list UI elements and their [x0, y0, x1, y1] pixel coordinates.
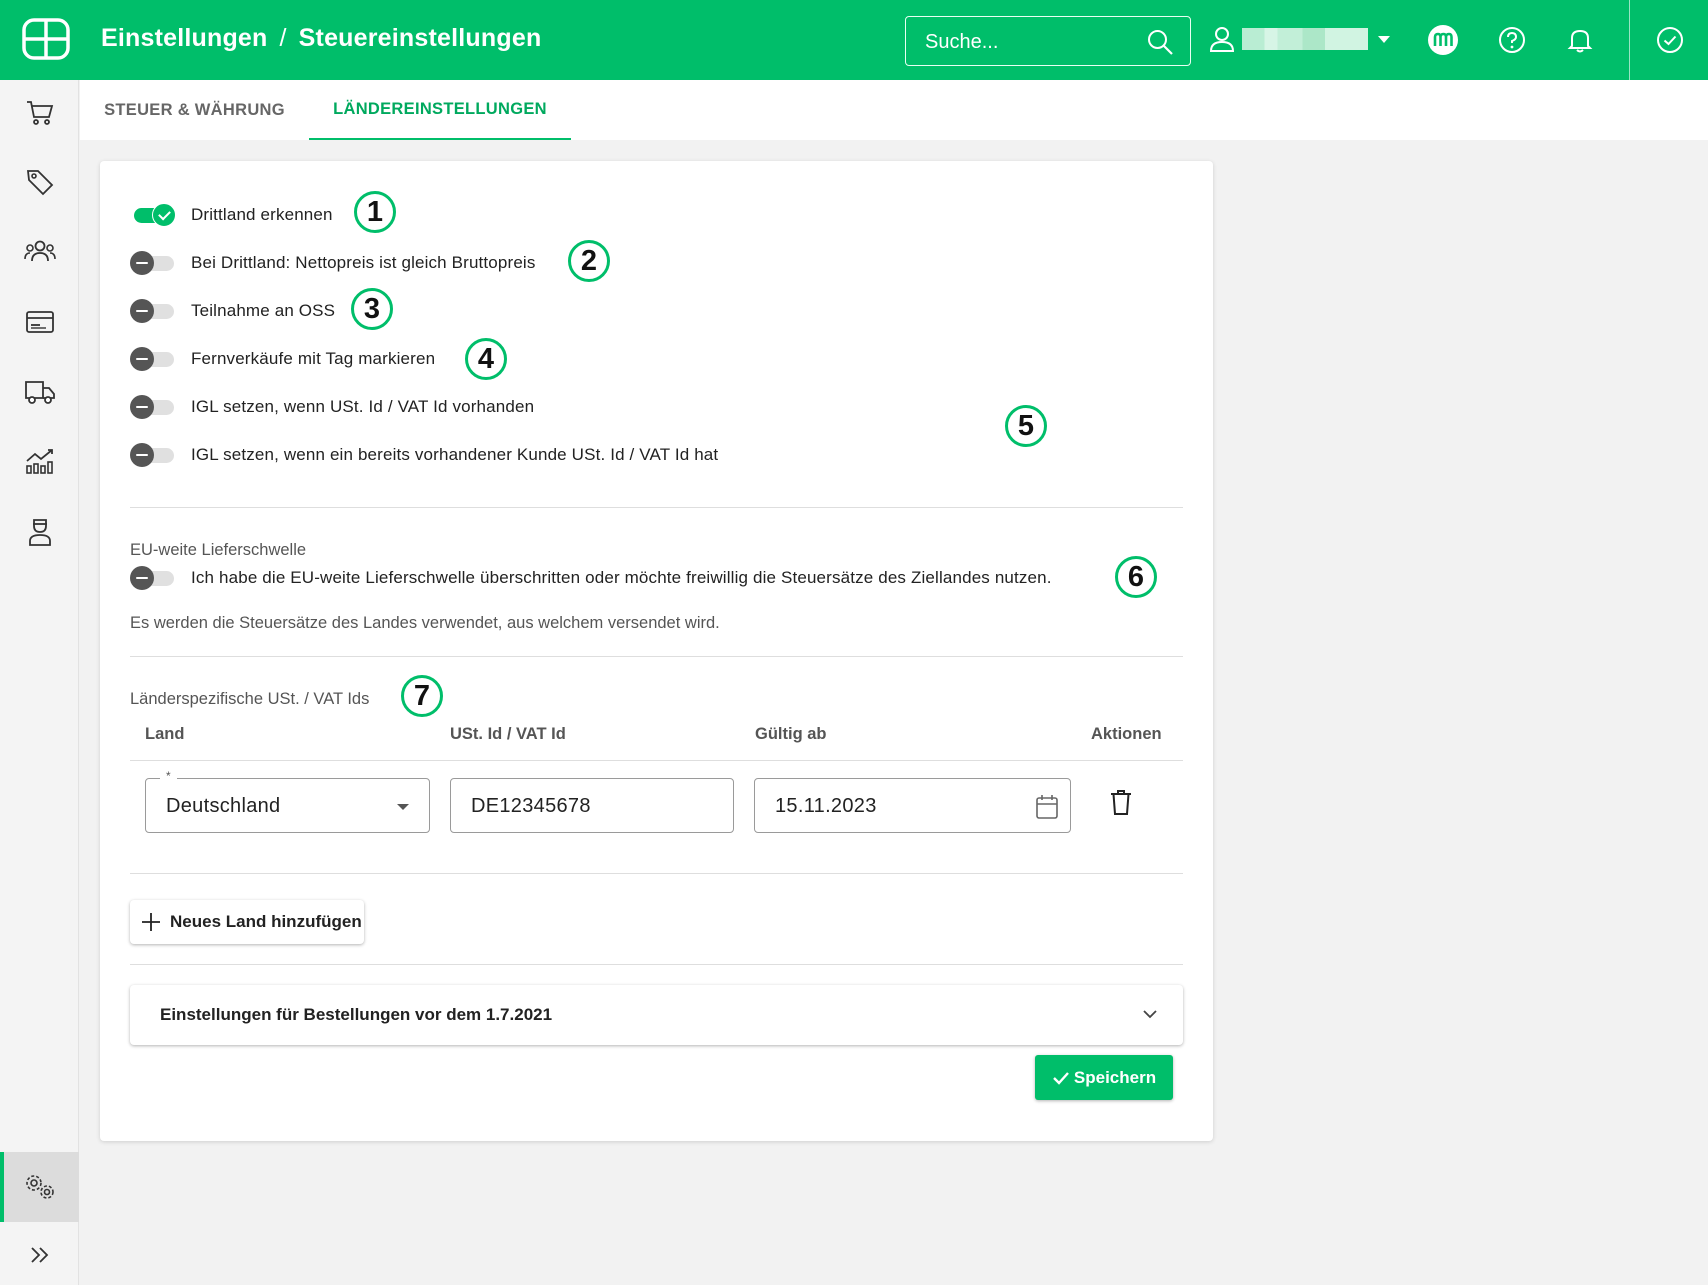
toggle-row-third-country: Drittland erkennen — [130, 200, 333, 230]
chevron-down-icon[interactable] — [1378, 36, 1390, 43]
tab-tax-currency[interactable]: STEUER & WÄHRUNG — [80, 80, 309, 140]
annotation-badge-5: 5 — [1005, 405, 1047, 447]
column-header-valid-from: Gültig ab — [755, 725, 827, 743]
column-header-vat-id: USt. Id / VAT Id — [450, 725, 566, 743]
calendar-icon[interactable] — [1034, 793, 1060, 821]
tab-country-settings[interactable]: LÄNDEREINSTELLUNGEN — [309, 80, 571, 140]
toggle-row-oss: Teilnahme an OSS — [130, 296, 335, 326]
user-name-blurred[interactable] — [1242, 28, 1368, 50]
save-button[interactable]: Speichern — [1035, 1055, 1173, 1100]
tag-icon[interactable] — [0, 154, 79, 210]
toggle-switch-eu-threshold[interactable] — [130, 563, 176, 593]
toggle-label: Teilnahme an OSS — [191, 301, 336, 320]
analytics-icon[interactable] — [0, 434, 79, 490]
chevron-down-icon[interactable] — [397, 804, 409, 810]
country-select[interactable]: * Deutschland — [145, 769, 430, 833]
vat-id-field[interactable]: DE12345678 — [450, 778, 734, 833]
toggle-switch-igl-existing-customer[interactable] — [130, 440, 176, 470]
save-button-label: Speichern — [1073, 1067, 1157, 1087]
add-country-label: Neues Land hinzufügen — [170, 912, 362, 931]
search-placeholder: Suche... — [925, 31, 999, 53]
logo-icon[interactable] — [22, 18, 70, 60]
toggle-switch-distance-sales-tag[interactable] — [130, 344, 176, 374]
divider — [130, 964, 1183, 965]
divider — [130, 873, 1183, 874]
eu-threshold-title: EU-weite Lieferschwelle — [130, 541, 307, 559]
tab-bar: STEUER & WÄHRUNG LÄNDEREINSTELLUNGEN — [80, 80, 1708, 140]
settings-icon[interactable] — [0, 1152, 79, 1222]
divider — [130, 656, 1183, 657]
toggle-switch-third-country[interactable] — [130, 200, 176, 230]
chevron-down-icon[interactable] — [1141, 1007, 1159, 1021]
bell-icon[interactable] — [1566, 0, 1594, 80]
toggle-label: Drittland erkennen — [191, 205, 333, 224]
trash-icon[interactable] — [1108, 787, 1134, 817]
vat-id-value: DE12345678 — [471, 795, 591, 817]
toggle-label: Ich habe die EU-weite Lieferschwelle übe… — [191, 568, 1052, 587]
required-marker: * — [160, 769, 177, 783]
toggle-switch-oss[interactable] — [130, 296, 176, 326]
toggle-row-distance-sales-tag: Fernverkäufe mit Tag markieren — [130, 344, 435, 374]
country-select-value: Deutschland — [166, 795, 281, 817]
divider — [130, 760, 1183, 761]
annotation-badge-7: 7 — [401, 675, 443, 717]
breadcrumb-separator: / — [279, 24, 287, 52]
annotation-badge-6: 6 — [1115, 556, 1157, 598]
breadcrumb-current: Steuereinstellungen — [298, 24, 542, 52]
help-icon[interactable] — [1497, 0, 1527, 80]
breadcrumb: Einstellungen / Steuereinstellungen — [101, 24, 541, 53]
header-divider — [1629, 0, 1630, 80]
valid-from-date-field[interactable]: 15.11.2023 — [754, 778, 1071, 833]
accordion-label: Einstellungen für Bestellungen vor dem 1… — [160, 1005, 553, 1024]
toggle-switch-igl-vat-id[interactable] — [130, 392, 176, 422]
eu-threshold-info: Es werden die Steuersätze des Landes ver… — [130, 614, 720, 632]
toggle-row-igl-existing-customer: IGL setzen, wenn ein bereits vorhandener… — [130, 440, 718, 470]
agent-icon[interactable] — [0, 504, 79, 560]
column-header-actions: Aktionen — [1091, 725, 1162, 743]
annotation-badge-1: 1 — [354, 191, 396, 233]
divider — [130, 507, 1183, 508]
expand-icon[interactable] — [0, 1227, 79, 1283]
search-icon[interactable] — [1146, 28, 1174, 56]
search-input[interactable]: Suche... — [905, 16, 1191, 66]
plus-icon — [142, 913, 160, 931]
payment-icon[interactable] — [0, 294, 79, 350]
toggle-label: IGL setzen, wenn ein bereits vorhandener… — [191, 445, 719, 464]
marketplace-icon[interactable] — [1426, 0, 1460, 80]
toggle-label: IGL setzen, wenn USt. Id / VAT Id vorhan… — [191, 397, 535, 416]
annotation-badge-2: 2 — [568, 240, 610, 282]
breadcrumb-parent[interactable]: Einstellungen — [101, 24, 268, 52]
customers-icon[interactable] — [0, 224, 79, 280]
toggle-row-net-gross: Bei Drittland: Nettopreis ist gleich Bru… — [130, 248, 536, 278]
top-bar: Einstellungen / Steuereinstellungen Suche.… — [0, 0, 1708, 80]
toggle-row-igl-vat-id: IGL setzen, wenn USt. Id / VAT Id vorhan… — [130, 392, 534, 422]
check-icon — [1053, 1071, 1069, 1085]
toggle-row-eu-threshold: Ich habe die EU-weite Lieferschwelle übe… — [130, 563, 1052, 593]
vat-ids-title: Länderspezifische USt. / VAT Ids — [130, 690, 370, 708]
column-header-country: Land — [145, 725, 185, 743]
legacy-settings-accordion[interactable]: Einstellungen für Bestellungen vor dem 1… — [130, 985, 1183, 1045]
annotation-badge-4: 4 — [465, 338, 507, 380]
toggle-switch-net-gross[interactable] — [130, 248, 176, 278]
user-icon[interactable] — [1208, 0, 1236, 80]
check-circle-icon[interactable] — [1655, 0, 1685, 80]
toggle-label: Bei Drittland: Nettopreis ist gleich Bru… — [191, 253, 536, 272]
shipping-icon[interactable] — [0, 364, 79, 420]
add-country-button[interactable]: Neues Land hinzufügen — [130, 900, 364, 944]
valid-from-value: 15.11.2023 — [775, 795, 877, 817]
annotation-badge-3: 3 — [351, 288, 393, 330]
sidebar — [0, 80, 79, 1285]
cart-icon[interactable] — [0, 84, 79, 140]
toggle-label: Fernverkäufe mit Tag markieren — [191, 349, 436, 368]
